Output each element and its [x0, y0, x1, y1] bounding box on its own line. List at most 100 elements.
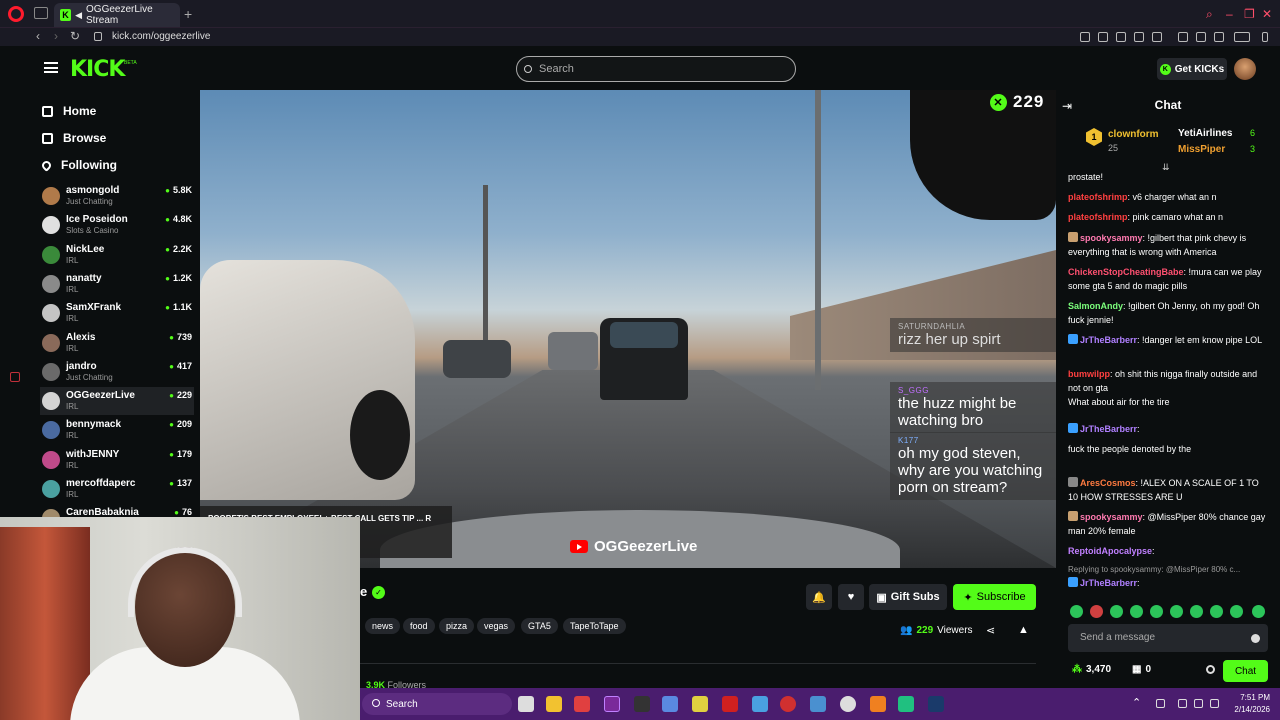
emote-icon[interactable] [1230, 605, 1243, 618]
emoji-picker-icon[interactable] [1251, 634, 1260, 643]
get-kicks-button[interactable]: K Get KICKs [1157, 58, 1227, 80]
emote-icon[interactable] [1210, 605, 1223, 618]
vlc-icon[interactable] [870, 696, 886, 712]
new-tab-button[interactable]: + [184, 6, 192, 22]
chat-username[interactable]: plateofshrimp [1068, 212, 1128, 222]
emote-icon[interactable] [1190, 605, 1203, 618]
chat-username[interactable]: spookysammy [1080, 233, 1143, 243]
app-icon[interactable] [898, 696, 914, 712]
report-icon[interactable]: ▲ [1018, 624, 1029, 636]
url-field[interactable]: kick.com/oggeezerlive [112, 31, 210, 42]
chat-username[interactable]: ChickenStopCheatingBabe [1068, 267, 1184, 277]
back-icon[interactable]: ‹ [36, 29, 40, 43]
emote-icon[interactable] [1110, 605, 1123, 618]
video-player[interactable]: ✕ 229 SATURNDAHLIA rizz her up spirt S_G… [200, 90, 1056, 568]
tag-chip[interactable]: GTA5 [521, 618, 558, 634]
tag-chip[interactable]: vegas [477, 618, 516, 634]
store-icon[interactable] [574, 696, 590, 712]
tag-chip[interactable]: pizza [439, 618, 475, 634]
sidebar-channel-bennymack[interactable]: bennymackIRL 209 [40, 416, 194, 444]
close-window-icon[interactable]: ✕ [1262, 7, 1272, 21]
wifi-icon[interactable] [1178, 699, 1187, 708]
chat-username[interactable]: JrTheBarberr [1080, 578, 1137, 588]
sidebar-channel-jandro[interactable]: jandroJust Chatting 417 [40, 358, 194, 386]
sidebar-channel-nanatty[interactable]: nanattyIRL 1.2K [40, 270, 194, 298]
chat-username[interactable]: SalmonAndy [1068, 301, 1123, 311]
leaderboard-third-name[interactable]: MissPiper [1178, 144, 1225, 155]
emote-icon[interactable] [1150, 605, 1163, 618]
extensions-icon[interactable] [1178, 32, 1188, 42]
chat-username[interactable]: bumwilpp [1068, 369, 1110, 379]
pin-icon[interactable] [1080, 32, 1090, 42]
share-icon[interactable]: ⋖ [986, 624, 995, 637]
chat-username[interactable]: JrTheBarberr [1080, 335, 1137, 345]
hamburger-menu-icon[interactable] [44, 62, 58, 73]
tag-chip[interactable]: news [365, 618, 401, 634]
follow-heart-button[interactable]: ♥ [838, 584, 864, 610]
notification-bell-button[interactable]: 🔔 [806, 584, 832, 610]
battery-icon[interactable] [1210, 699, 1219, 708]
taskbar-search[interactable]: Search [362, 693, 512, 715]
obs-record-icon[interactable] [780, 696, 796, 712]
chat-username[interactable]: AresCosmos [1080, 478, 1136, 488]
sidebar-channel-nicklee[interactable]: NickLeeIRL 2.2K [40, 241, 194, 269]
chat-settings-icon[interactable] [1206, 665, 1215, 674]
taskbar-clock[interactable]: 7:51 PM 2/14/2026 [1228, 692, 1270, 716]
maximize-icon[interactable]: ❐ [1244, 7, 1255, 21]
emote-icon[interactable] [1130, 605, 1143, 618]
channel-points[interactable]: ▦ 0 [1132, 664, 1151, 675]
nav-following[interactable]: Following [40, 158, 117, 172]
task-view-icon[interactable] [518, 696, 534, 712]
chat-send-button[interactable]: Chat [1223, 660, 1268, 682]
gift-subs-button[interactable]: ▣ Gift Subs [869, 584, 947, 610]
download-icon[interactable] [1214, 32, 1224, 42]
search-tabs-icon[interactable]: ⌕ [1206, 7, 1213, 22]
profile-icon[interactable] [1196, 32, 1206, 42]
kick-logo[interactable]: KICK [70, 57, 125, 82]
sidebar-channel-withjenny[interactable]: withJENNYIRL 179 [40, 446, 194, 474]
minimize-icon[interactable]: – [1226, 7, 1233, 21]
leaderboard-first-name[interactable]: clownform [1108, 129, 1159, 140]
streamer-name[interactable]: e [360, 584, 367, 599]
sidebar-app-icon[interactable] [10, 372, 20, 382]
app-icon[interactable] [810, 696, 826, 712]
nav-home[interactable]: Home [42, 104, 96, 118]
emote-icon[interactable] [1070, 605, 1083, 618]
chat-username[interactable]: spookysammy [1080, 512, 1143, 522]
mic-icon[interactable] [1156, 699, 1165, 708]
app-icon[interactable] [662, 696, 678, 712]
sidebar-channel-ice-poseidon[interactable]: Ice PoseidonSlots & Casino 4.8K [40, 211, 194, 239]
snapshot-icon[interactable] [1098, 32, 1108, 42]
sidebar-channel-mercoffdaperc[interactable]: mercoffdapercIRL 137 [40, 475, 194, 503]
file-explorer-icon[interactable] [546, 696, 562, 712]
chat-username[interactable]: ReptoidApocalypse [1068, 546, 1152, 556]
sidebar-channel-asmongold[interactable]: asmongoldJust Chatting 5.8K [40, 182, 194, 210]
forward-icon[interactable]: › [54, 29, 58, 43]
play-icon[interactable] [1134, 32, 1144, 42]
opera-icon[interactable] [604, 696, 620, 712]
subscribe-button[interactable]: ✦ Subscribe [953, 584, 1036, 610]
game-icon[interactable] [634, 696, 650, 712]
shield-icon[interactable] [1116, 32, 1126, 42]
aria-ai-icon[interactable] [1234, 32, 1250, 42]
reload-icon[interactable]: ↻ [70, 29, 80, 43]
heart-icon[interactable] [1152, 32, 1162, 42]
leaderboard-second-name[interactable]: YetiAirlines [1178, 128, 1232, 139]
app-icon[interactable] [752, 696, 768, 712]
tag-chip[interactable]: food [403, 618, 435, 634]
chat-username[interactable]: plateofshrimp [1068, 192, 1128, 202]
app-icon[interactable] [722, 696, 738, 712]
sidebar-channel-samxfrank[interactable]: SamXFrankIRL 1.1K [40, 299, 194, 327]
chat-username[interactable]: JrTheBarberr [1080, 424, 1137, 434]
tray-chevron-icon[interactable]: ⌃ [1132, 696, 1141, 709]
sidebar-channel-alexis[interactable]: AlexisIRL 739 [40, 329, 194, 357]
tag-chip[interactable]: TapeToTape [563, 618, 626, 634]
media-player-icon[interactable] [840, 696, 856, 712]
volume-icon[interactable] [1194, 699, 1203, 708]
browser-tab-active[interactable]: K ◀ OGGeezerLive Stream [54, 3, 180, 27]
emote-icon[interactable] [1170, 605, 1183, 618]
sidebar-channel-oggeezerlive[interactable]: OGGeezerLiveIRL 229 [40, 387, 194, 416]
app-icon[interactable] [692, 696, 708, 712]
emote-icon[interactable] [1252, 605, 1265, 618]
steam-icon[interactable] [928, 696, 944, 712]
